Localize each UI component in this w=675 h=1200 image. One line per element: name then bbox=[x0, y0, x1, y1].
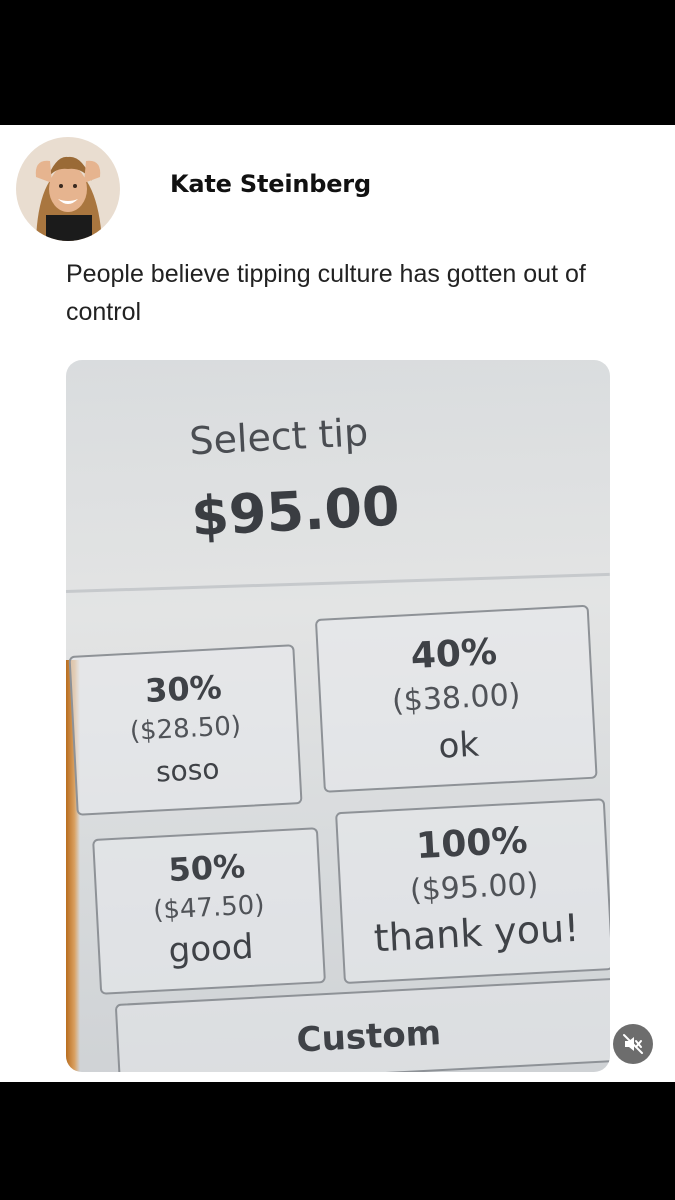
tip-label: soso bbox=[155, 752, 221, 789]
post-text: People believe tipping culture has gotte… bbox=[66, 260, 586, 326]
bottom-letterbox bbox=[0, 1082, 675, 1200]
avatar-image bbox=[16, 137, 120, 241]
author-name[interactable]: Kate Steinberg bbox=[170, 170, 371, 198]
top-letterbox bbox=[0, 0, 675, 125]
tip-option-100: 100% ($95.00) thank you! bbox=[335, 798, 610, 985]
post-photo[interactable]: Select tip $95.00 30% ($28.50) soso 40% … bbox=[66, 360, 610, 1072]
tip-amount: ($28.50) bbox=[129, 711, 242, 747]
custom-label: Custom bbox=[295, 1013, 442, 1061]
tip-percent: 30% bbox=[144, 668, 223, 711]
tip-option-30: 30% ($28.50) soso bbox=[68, 644, 303, 816]
tip-screen-title: Select tip bbox=[188, 410, 370, 464]
tip-label: thank you! bbox=[372, 905, 581, 961]
tip-percent: 40% bbox=[409, 631, 499, 678]
tip-screen-total: $95.00 bbox=[189, 474, 402, 549]
tip-option-40: 40% ($38.00) ok bbox=[314, 604, 598, 793]
speaker-muted-icon bbox=[623, 1034, 643, 1054]
tip-label: ok bbox=[437, 724, 480, 767]
tip-percent: 50% bbox=[167, 847, 247, 890]
tip-percent: 100% bbox=[415, 820, 529, 868]
tip-amount: ($95.00) bbox=[409, 866, 540, 909]
tip-option-custom: Custom bbox=[114, 977, 610, 1072]
tip-amount: ($38.00) bbox=[391, 677, 522, 720]
tip-amount: ($47.50) bbox=[152, 890, 266, 926]
social-post: Kate Steinberg People believe tipping cu… bbox=[0, 125, 675, 1082]
mute-toggle-button[interactable] bbox=[613, 1024, 653, 1064]
tip-label: good bbox=[167, 926, 255, 972]
tip-screen: Select tip $95.00 30% ($28.50) soso 40% … bbox=[66, 360, 610, 1072]
tip-option-50: 50% ($47.50) good bbox=[92, 827, 326, 995]
avatar[interactable] bbox=[16, 137, 120, 241]
